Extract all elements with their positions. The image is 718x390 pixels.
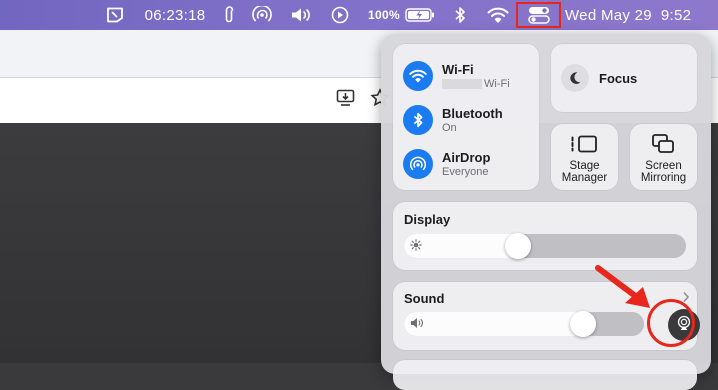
connectivity-tile: Wi-Fi Wi-Fi Bluetooth On AirDrop Everyon…	[393, 44, 539, 190]
bluetooth-control[interactable]: Bluetooth On	[403, 105, 503, 135]
battery-percentage[interactable]: 100%	[364, 0, 404, 30]
airdrop-status: Everyone	[442, 166, 489, 178]
screen-mirroring-tile[interactable]: Screen Mirroring	[630, 124, 697, 190]
wifi-icon[interactable]	[403, 61, 433, 91]
wifi-control[interactable]: Wi-Fi Wi-Fi	[403, 61, 510, 91]
wifi-label: Wi-Fi	[442, 62, 474, 77]
screen-mirroring-icon	[651, 133, 675, 160]
annotation-arrow	[595, 265, 650, 308]
airdrop-control[interactable]: AirDrop Everyone	[403, 149, 490, 179]
menubar-clock[interactable]: 06:23:18	[141, 0, 209, 30]
focus-moon-icon	[561, 64, 589, 92]
speaker-volume-icon	[410, 317, 424, 332]
hotspot-icon[interactable]	[251, 0, 273, 30]
menubar-date-time[interactable]: Wed May 29 9:52	[565, 0, 705, 30]
sound-slider-knob[interactable]	[570, 311, 596, 337]
airdrop-icon[interactable]	[403, 149, 433, 179]
stage-manager-tile[interactable]: Stage Manager	[551, 124, 618, 190]
next-tile-partial	[393, 360, 697, 390]
install-app-icon[interactable]	[336, 89, 356, 112]
airdrop-label: AirDrop	[442, 150, 491, 165]
wifi-network-name: Wi-Fi	[484, 78, 510, 90]
sound-slider-fill	[404, 312, 596, 336]
control-center-highlight-box	[516, 2, 561, 28]
paperclip-icon[interactable]	[220, 0, 238, 30]
menu-bar: 06:23:18 100% Wed May 29 9:52	[0, 0, 718, 30]
screenshot-app-icon[interactable]	[103, 0, 127, 30]
volume-icon[interactable]	[289, 0, 315, 30]
stage-manager-label-line2: Manager	[561, 172, 608, 184]
wifi-network-name-redacted	[442, 79, 482, 89]
screen-mirroring-label-line2: Mirroring	[640, 172, 687, 184]
sound-label: Sound	[404, 291, 445, 306]
focus-label: Focus	[599, 70, 638, 86]
bluetooth-menu-icon[interactable]	[452, 0, 468, 30]
display-tile: Display	[393, 202, 697, 270]
focus-tile[interactable]: Focus	[551, 44, 697, 112]
now-playing-icon[interactable]	[330, 0, 350, 30]
bluetooth-label: Bluetooth	[442, 106, 503, 121]
bluetooth-icon[interactable]	[403, 105, 433, 135]
display-label: Display	[404, 212, 451, 227]
battery-charging-icon[interactable]	[404, 0, 436, 30]
wifi-menu-icon[interactable]	[486, 0, 510, 30]
screen-mirroring-label-line1: Screen	[645, 160, 682, 172]
stage-manager-label-line1: Stage	[569, 160, 600, 172]
bluetooth-status: On	[442, 122, 457, 134]
display-brightness-slider[interactable]	[404, 234, 686, 258]
display-slider-knob[interactable]	[505, 233, 531, 259]
stage-manager-icon	[570, 134, 598, 159]
brightness-sun-icon	[410, 239, 422, 254]
sound-volume-slider[interactable]	[404, 312, 644, 336]
